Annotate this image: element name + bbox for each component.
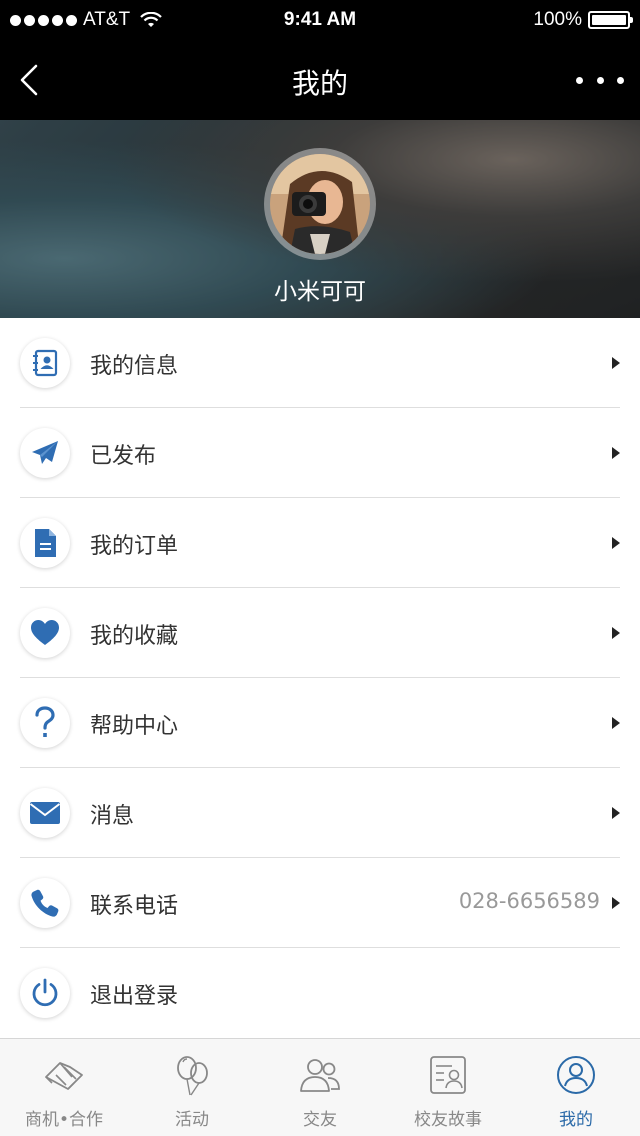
tab-business-cooperation[interactable]: 商机•合作 — [0, 1039, 128, 1136]
menu-label: 退出登录 — [90, 984, 179, 1009]
more-options-icon[interactable] — [576, 68, 624, 92]
menu-item-my-orders[interactable]: 我的订单 — [0, 498, 640, 588]
arrow-right-icon — [612, 627, 620, 639]
envelope-icon — [20, 788, 70, 838]
profile-header: 小米可可 — [0, 120, 640, 318]
tab-label: 校友故事 — [414, 1110, 482, 1130]
avatar — [270, 154, 370, 254]
menu-list: 我的信息 已发布 我的订单 我的收藏 帮助中心 消息 联系电话 028-6656… — [0, 318, 640, 1038]
friends-icon — [300, 1059, 340, 1092]
story-card-icon — [430, 1056, 466, 1094]
paper-plane-icon — [20, 428, 70, 478]
tab-label: 我的 — [559, 1110, 593, 1130]
battery-percentage: 100% — [533, 9, 582, 30]
tab-friends[interactable]: 交友 — [256, 1039, 384, 1136]
balloons-icon — [177, 1056, 208, 1096]
menu-item-messages[interactable]: 消息 — [0, 768, 640, 858]
arrow-right-icon — [612, 717, 620, 729]
menu-label: 我的信息 — [90, 354, 179, 379]
menu-label: 消息 — [90, 804, 135, 829]
menu-item-help-center[interactable]: 帮助中心 — [0, 678, 640, 768]
menu-item-my-info[interactable]: 我的信息 — [0, 318, 640, 408]
menu-item-favorites[interactable]: 我的收藏 — [0, 588, 640, 678]
tab-label: 交友 — [303, 1110, 337, 1130]
tab-label: 活动 — [175, 1110, 209, 1130]
arrow-right-icon — [612, 537, 620, 549]
arrow-right-icon — [612, 807, 620, 819]
power-icon — [20, 968, 70, 1018]
tab-bar: 商机•合作 活动 交友 校友故事 我的 — [0, 1038, 640, 1136]
menu-item-contact-phone[interactable]: 联系电话 028-6656589 — [0, 858, 640, 948]
document-icon — [20, 518, 70, 568]
menu-label: 已发布 — [90, 444, 157, 469]
battery-info: 100% — [533, 9, 633, 31]
tab-label: 商机•合作 — [24, 1110, 104, 1130]
arrow-right-icon — [612, 447, 620, 459]
status-bar: AT&T 9:41 AM 100% — [0, 0, 640, 40]
battery-icon — [588, 11, 633, 29]
phone-icon — [20, 878, 70, 928]
menu-label: 我的收藏 — [90, 624, 179, 649]
phone-number: 028-6656589 — [458, 889, 600, 913]
navigation-bar: 我的 — [0, 40, 640, 120]
handshake-icon — [45, 1062, 83, 1090]
avatar-ring[interactable] — [264, 148, 376, 260]
arrow-right-icon — [612, 357, 620, 369]
tab-mine[interactable]: 我的 — [512, 1039, 640, 1136]
tab-activities[interactable]: 活动 — [128, 1039, 256, 1136]
page-title: 我的 — [291, 67, 348, 100]
contact-card-icon — [20, 338, 70, 388]
user-circle-icon — [557, 1056, 595, 1094]
menu-item-published[interactable]: 已发布 — [0, 408, 640, 498]
arrow-right-icon — [612, 897, 620, 909]
menu-label: 我的订单 — [90, 534, 179, 559]
tab-alumni-stories[interactable]: 校友故事 — [384, 1039, 512, 1136]
heart-icon — [20, 608, 70, 658]
menu-label: 联系电话 — [90, 894, 179, 919]
menu-item-logout[interactable]: 退出登录 — [0, 948, 640, 1038]
menu-label: 帮助中心 — [90, 714, 179, 739]
question-icon — [20, 698, 70, 748]
profile-name: 小米可可 — [274, 279, 366, 305]
